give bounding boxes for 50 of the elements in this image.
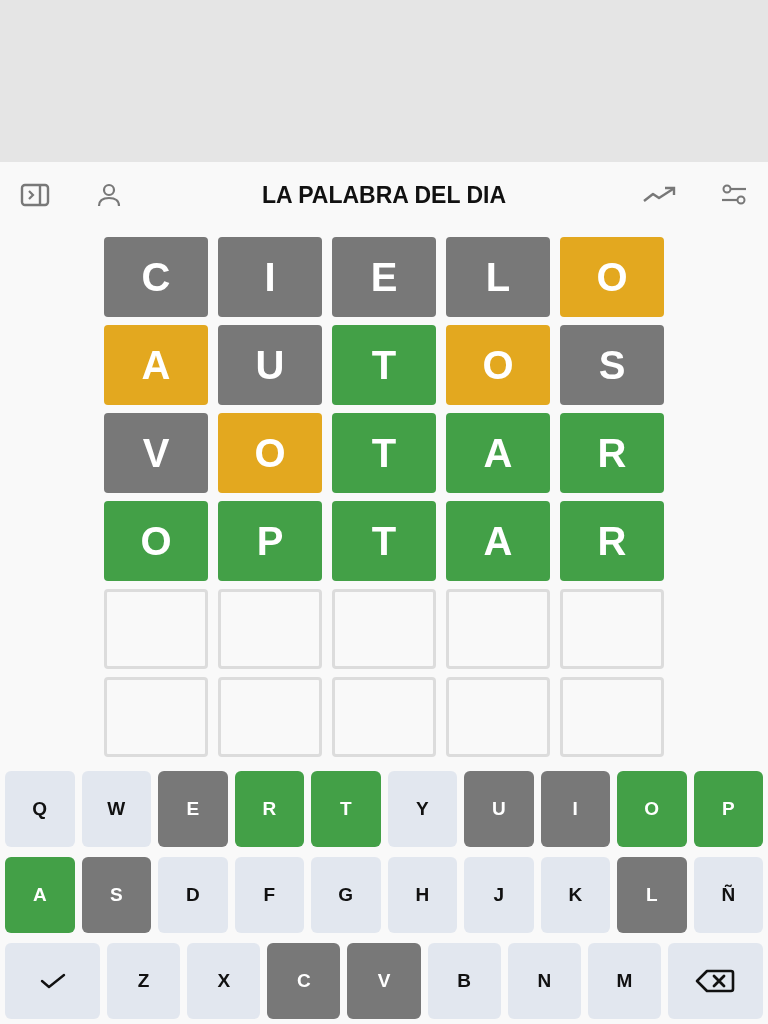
app-title: LA PALABRA DEL DIA: [261, 181, 507, 209]
backspace-icon: [695, 969, 736, 993]
letter-tile: U: [218, 325, 322, 405]
letter-key[interactable]: E: [158, 771, 228, 847]
letter-key[interactable]: C: [267, 943, 341, 1019]
letter-key[interactable]: J: [464, 857, 534, 933]
letter-key[interactable]: X: [187, 943, 261, 1019]
letter-tile: A: [446, 501, 550, 581]
letter-tile: T: [332, 501, 436, 581]
letter-tile: O: [560, 237, 664, 317]
letter-key[interactable]: Y: [387, 771, 457, 847]
letter-key[interactable]: Ñ: [693, 857, 763, 933]
letter-tile: O: [446, 325, 550, 405]
letter-tile: T: [332, 413, 436, 493]
letter-key[interactable]: F: [234, 857, 304, 933]
letter-tile: O: [104, 501, 208, 581]
letter-key[interactable]: M: [587, 943, 661, 1019]
trend-icon[interactable]: [642, 185, 676, 205]
letter-tile: C: [104, 237, 208, 317]
backspace-key[interactable]: [667, 943, 763, 1019]
letter-tile: V: [104, 413, 208, 493]
settings-icon[interactable]: [720, 183, 748, 207]
letter-key[interactable]: B: [427, 943, 501, 1019]
letter-tile: L: [446, 237, 550, 317]
letter-tile: R: [560, 413, 664, 493]
letter-tile: E: [332, 237, 436, 317]
sidebar-icon[interactable]: [20, 183, 50, 207]
letter-tile: P: [218, 501, 322, 581]
user-icon[interactable]: [96, 182, 122, 208]
letter-key[interactable]: Z: [107, 943, 181, 1019]
letter-key[interactable]: L: [617, 857, 687, 933]
letter-key[interactable]: K: [540, 857, 610, 933]
letter-key[interactable]: N: [507, 943, 581, 1019]
letter-tile: O: [218, 413, 322, 493]
letter-key[interactable]: I: [540, 771, 610, 847]
letter-key[interactable]: S: [81, 857, 151, 933]
letter-key[interactable]: U: [464, 771, 534, 847]
letter-tile: A: [446, 413, 550, 493]
check-icon: [39, 973, 66, 989]
letter-tile: T: [332, 325, 436, 405]
letter-tile: R: [560, 501, 664, 581]
letter-key[interactable]: H: [387, 857, 457, 933]
letter-key[interactable]: D: [158, 857, 228, 933]
letter-key[interactable]: V: [347, 943, 421, 1019]
letter-tile: A: [104, 325, 208, 405]
letter-key[interactable]: Q: [5, 771, 75, 847]
letter-tile: I: [218, 237, 322, 317]
letter-tile: S: [560, 325, 664, 405]
letter-key[interactable]: G: [311, 857, 381, 933]
letter-key[interactable]: W: [81, 771, 151, 847]
